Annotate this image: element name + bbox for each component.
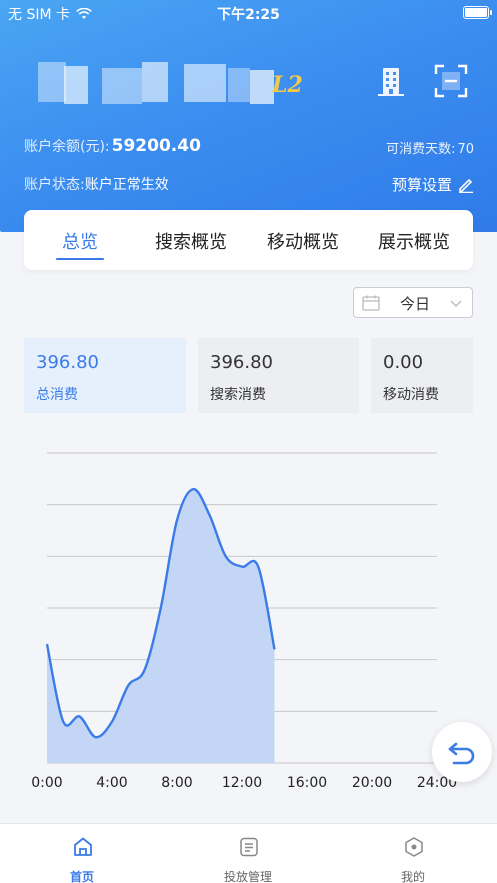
nav-label: 我的	[400, 870, 425, 883]
nav-label: 首页	[69, 870, 94, 883]
balance-label: 账户余额(元):	[24, 139, 110, 155]
stat-value: 0.00	[383, 352, 424, 373]
balance-value: 59200.40	[111, 136, 201, 156]
nav-item-campaign-management[interactable]: 投放管理	[188, 824, 308, 883]
days-label: 可消费天数:	[386, 142, 456, 157]
chart-area-fill	[47, 489, 275, 763]
stat-card-mobile[interactable]: 0.00 移动消费	[371, 338, 473, 413]
budget-label: 预算设置	[391, 176, 452, 194]
balance-row: 账户余额(元): 59200.40 可消费天数: 70	[24, 136, 474, 158]
chart-x-tick-label: 0:00	[31, 775, 62, 791]
battery-icon	[463, 6, 492, 19]
undo-icon	[448, 742, 475, 765]
scan-icon[interactable]	[434, 64, 468, 98]
building-icon[interactable]	[374, 64, 408, 98]
stat-label: 总消费	[36, 387, 78, 403]
tab-overview[interactable]: 总览	[62, 228, 98, 254]
level-badge: L2	[272, 72, 303, 98]
chart-x-tick-label: 20:00	[352, 775, 392, 791]
budget-settings-button[interactable]: 预算设置	[392, 174, 474, 195]
date-range-value: 今日	[400, 295, 431, 313]
stat-card-search[interactable]: 396.80 搜索消费	[198, 338, 359, 413]
spend-trend-chart: 0:00 4:00 8:00 12:00 16:00 20:00 24:00	[31, 452, 457, 791]
stat-value: 396.80	[210, 352, 273, 373]
date-range-select[interactable]: 今日	[353, 287, 473, 318]
nav-item-profile[interactable]: 我的	[353, 824, 473, 883]
chart-x-tick-label: 4:00	[96, 775, 127, 791]
stat-label: 移动消费	[383, 387, 439, 403]
state-value: 账户正常生效	[84, 177, 169, 193]
home-icon	[74, 837, 92, 856]
chevron-down-icon	[450, 300, 462, 307]
list-icon	[240, 837, 258, 857]
stat-label: 搜索消费	[210, 387, 266, 403]
back-button[interactable]	[432, 722, 492, 782]
status-bar: 无 SIM 卡 下午2:25	[0, 0, 497, 26]
chart-x-tick-label: 8:00	[161, 775, 192, 791]
tab-display-overview[interactable]: 展示概览	[378, 228, 450, 254]
header-background	[0, 0, 497, 232]
chart-x-tick-label: 12:00	[222, 775, 262, 791]
bottom-navigation: 首页 投放管理 我的	[0, 823, 497, 883]
chart-x-tick-label: 16:00	[287, 775, 327, 791]
tab-search-overview[interactable]: 搜索概览	[155, 228, 227, 254]
consumable-days: 可消费天数: 70	[386, 138, 474, 157]
account-state-row: 账户状态:账户正常生效 预算设置	[24, 174, 474, 196]
nav-item-home[interactable]: 首页	[22, 824, 142, 883]
stat-value: 396.80	[36, 352, 99, 373]
edit-icon	[459, 178, 473, 193]
account-name-blurred	[38, 60, 308, 106]
tab-active-indicator	[56, 258, 104, 260]
overview-tabs: 总览 搜索概览 移动概览 展示概览	[24, 210, 473, 270]
state-label: 账户状态:	[24, 177, 85, 193]
tab-mobile-overview[interactable]: 移动概览	[267, 228, 339, 254]
nav-label: 投放管理	[223, 870, 272, 883]
calendar-icon	[362, 295, 380, 311]
stat-card-total[interactable]: 396.80 总消费	[24, 338, 186, 413]
profile-icon	[405, 837, 423, 857]
status-time: 下午2:25	[217, 7, 280, 23]
days-value: 70	[457, 142, 474, 157]
